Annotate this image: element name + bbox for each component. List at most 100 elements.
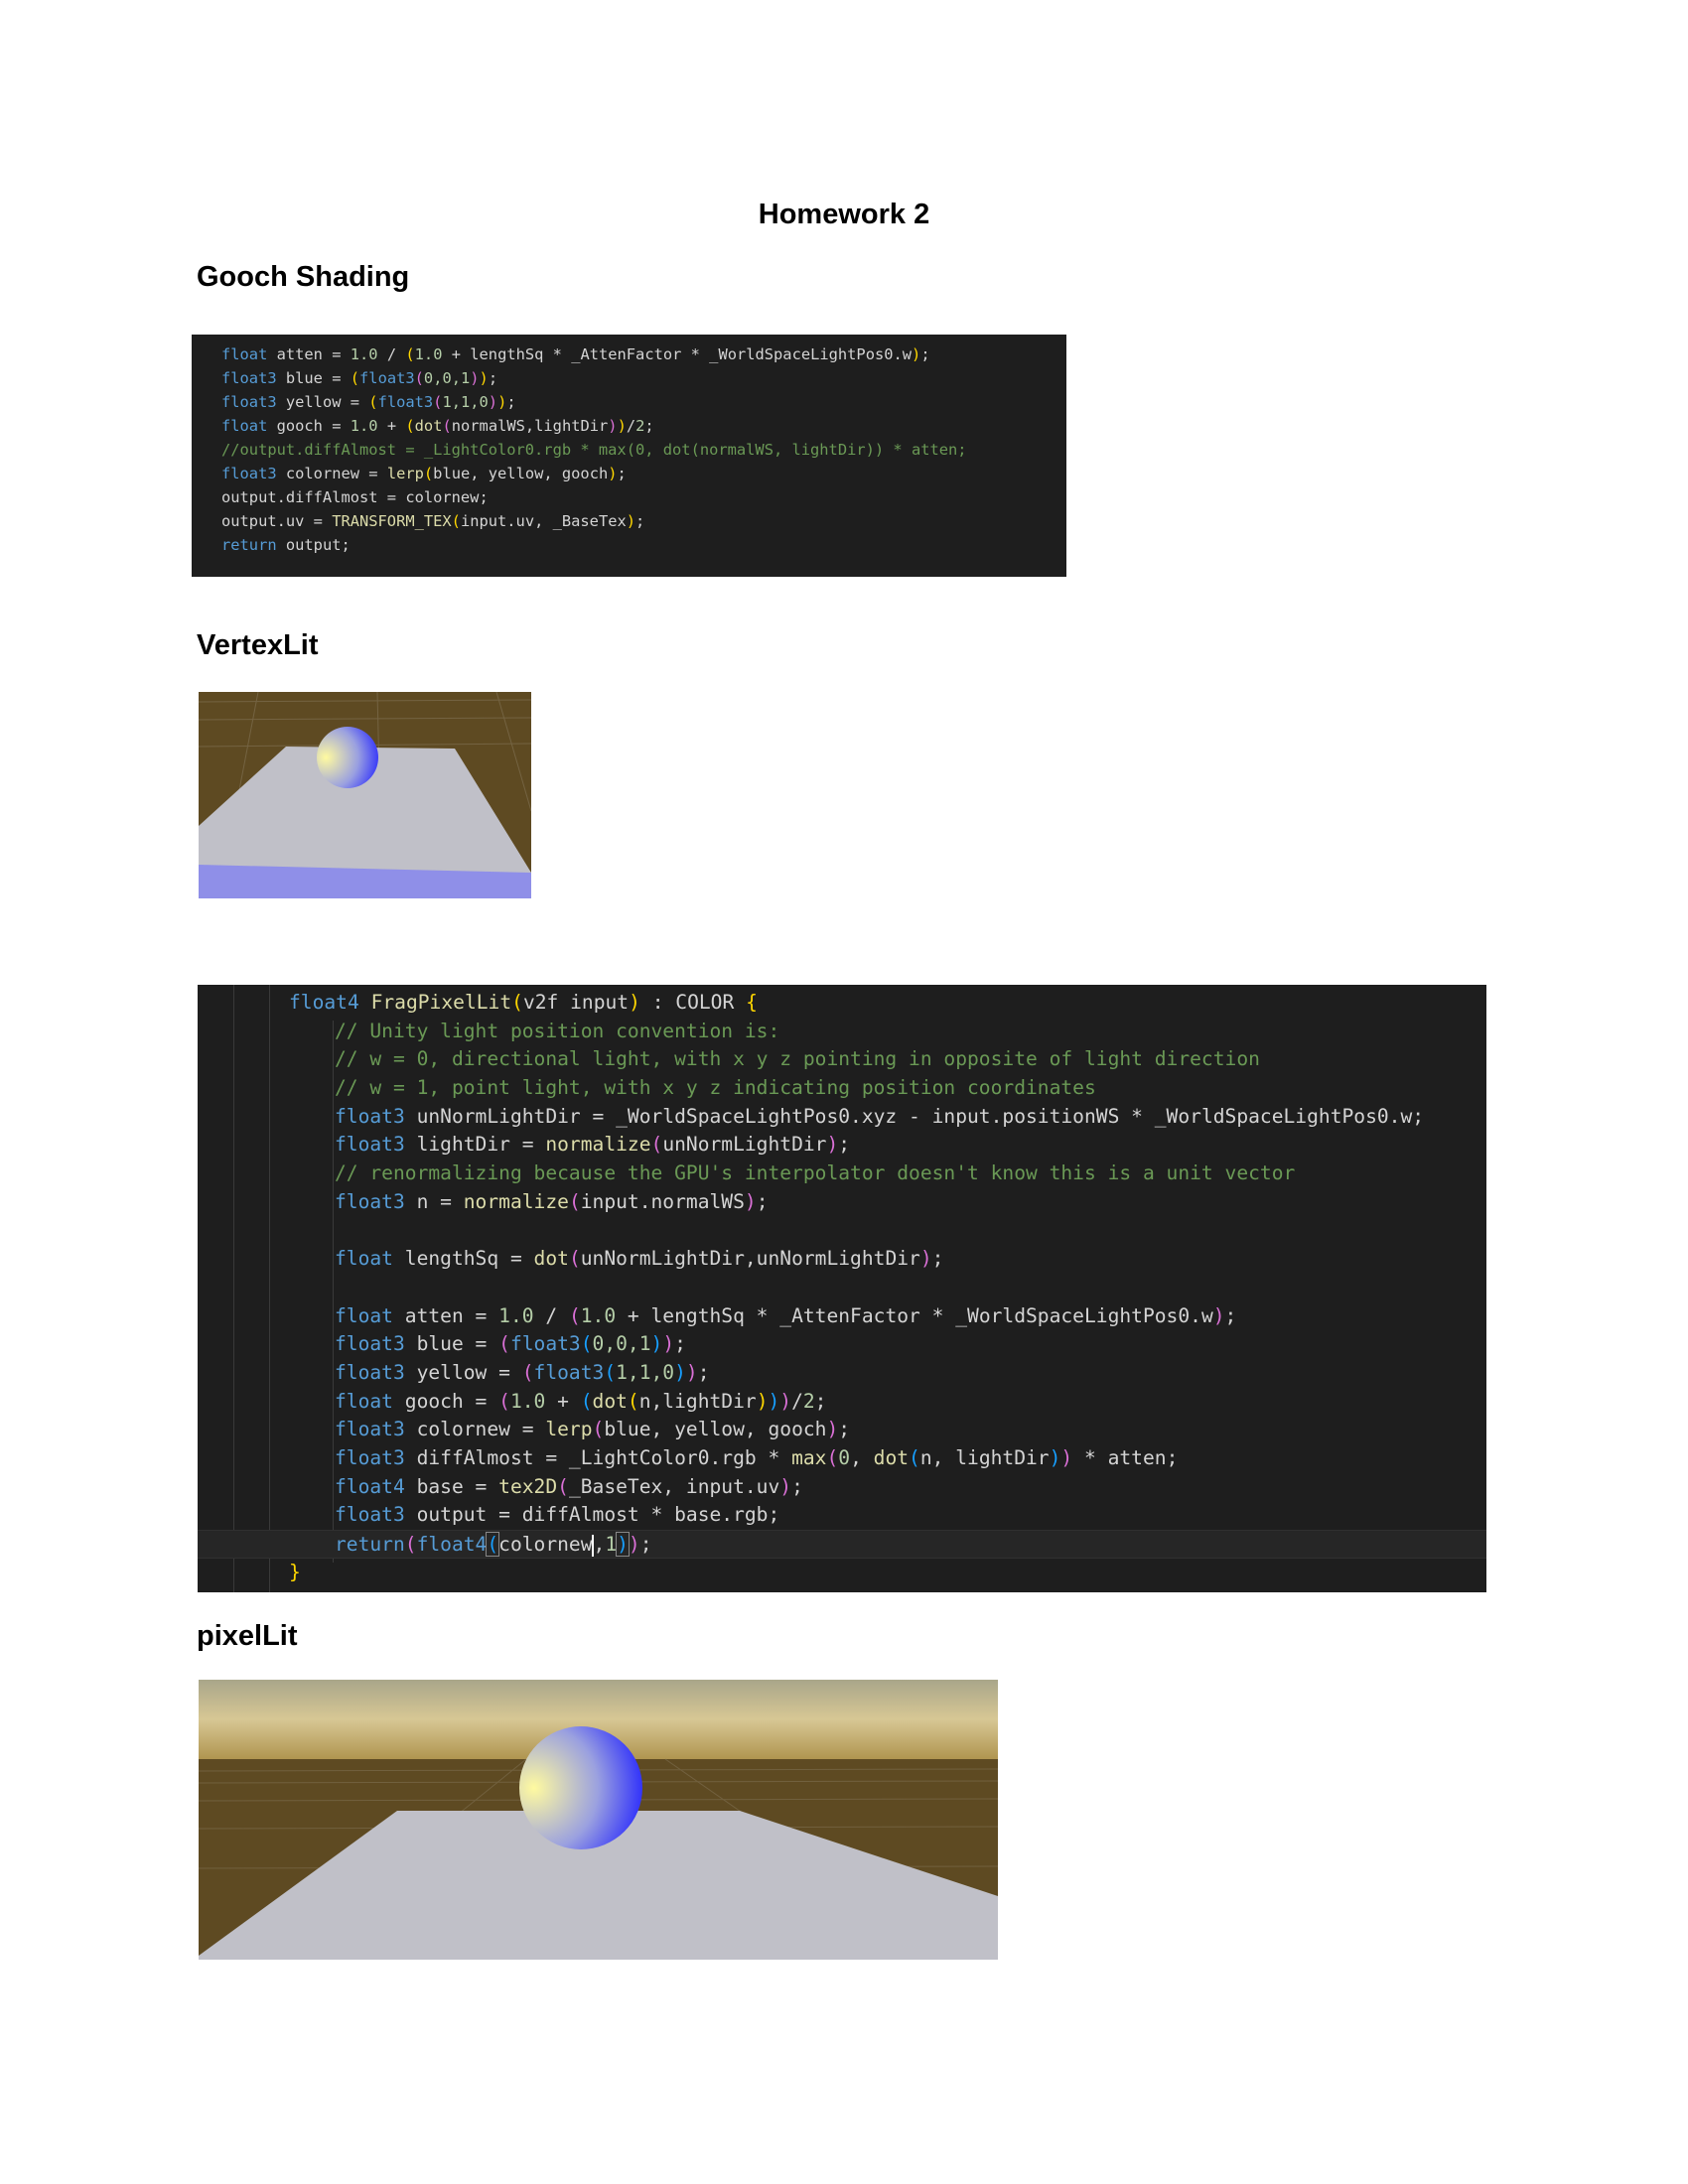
- code-token: output.uv =: [221, 512, 333, 530]
- code-token: yellow =: [276, 393, 369, 411]
- code-token: /: [791, 1389, 803, 1413]
- code-token: TRANSFORM_TEX: [332, 512, 452, 530]
- code-token: 1,1,0: [442, 393, 489, 411]
- code-token: }: [289, 1560, 301, 1583]
- code-token: ;: [814, 1389, 827, 1413]
- code-token: float: [335, 1389, 393, 1413]
- code-token: (: [592, 1418, 605, 1441]
- code-line: // renormalizing because the GPU's inter…: [198, 1160, 1486, 1188]
- code-token: ,: [593, 1533, 606, 1557]
- code-token: float3: [335, 1133, 405, 1157]
- code-token: 0: [838, 1446, 851, 1469]
- code-token: ): [779, 1474, 792, 1498]
- code-token: gooch =: [392, 1389, 499, 1413]
- code-token: ): [617, 417, 627, 435]
- code-token: ): [768, 1389, 780, 1413]
- code-token: 2: [802, 1389, 815, 1413]
- code-token: colornew =: [276, 465, 387, 482]
- code-token: ): [826, 1418, 839, 1441]
- code-token: /: [377, 345, 406, 363]
- code-token: 1.0: [414, 345, 443, 363]
- code-token: ;: [488, 369, 498, 387]
- frag-pixel-lit-code-screenshot: float4 FragPixelLit(v2f input) : COLOR {…: [198, 985, 1486, 1592]
- code-token: n, lightDir: [919, 1446, 1050, 1469]
- code-token: (: [909, 1446, 920, 1469]
- code-token: ): [608, 465, 618, 482]
- code-token: FragPixelLit: [370, 991, 512, 1014]
- code-line: }: [198, 1559, 1486, 1587]
- code-token: float3: [377, 393, 434, 411]
- code-line: float gooch = (1.0 + (dot(n,lightDir)))/…: [198, 1388, 1486, 1417]
- code-token: output.diffAlmost = colornew;: [221, 488, 489, 506]
- code-token: ): [919, 1247, 932, 1271]
- code-token: // renormalizing because the GPU's inter…: [335, 1161, 1296, 1185]
- code-token: yellow =: [404, 1360, 522, 1384]
- code-token: max: [791, 1446, 827, 1469]
- code-token: blue, yellow, gooch: [604, 1418, 827, 1441]
- code-token: float: [221, 345, 268, 363]
- code-line: float lengthSq = dot(unNormLightDir,unNo…: [198, 1245, 1486, 1274]
- code-line: float4 FragPixelLit(v2f input) : COLOR {: [198, 989, 1486, 1018]
- heading-vertexlit: VertexLit: [197, 629, 319, 661]
- code-token: /: [533, 1303, 569, 1327]
- code-token: 2: [635, 417, 645, 435]
- code-line: return output;: [221, 533, 1066, 557]
- code-token: unNormLightDir: [662, 1133, 827, 1157]
- code-token: lengthSq =: [392, 1247, 534, 1271]
- code-token: float4: [416, 1533, 488, 1557]
- code-token: colornew =: [404, 1418, 546, 1441]
- code-token: (: [580, 1332, 593, 1356]
- code-token: input.normalWS: [580, 1189, 745, 1213]
- code-token: float3: [359, 369, 415, 387]
- code-token: (: [557, 1474, 569, 1498]
- code-token: ): [674, 1360, 686, 1384]
- code-token: /: [626, 417, 636, 435]
- code-token: float3: [221, 393, 277, 411]
- code-token: gooch =: [267, 417, 351, 435]
- code-token: normalize: [545, 1133, 651, 1157]
- code-token: (: [511, 991, 523, 1014]
- code-token: (: [442, 417, 452, 435]
- code-token: return: [335, 1533, 405, 1557]
- code-token: ): [470, 369, 480, 387]
- code-token: (: [580, 1389, 593, 1413]
- code-token: float4: [289, 991, 359, 1014]
- code-line: float3 colornew = lerp(blue, yellow, goo…: [198, 1416, 1486, 1444]
- code-token: (: [826, 1446, 839, 1469]
- code-line: // Unity light position convention is:: [198, 1018, 1486, 1046]
- code-line: float3 output = diffAlmost * base.rgb;: [198, 1501, 1486, 1530]
- code-token: ;: [506, 393, 516, 411]
- code-token: ;: [931, 1247, 944, 1271]
- code-token: 1.0: [350, 345, 378, 363]
- code-token: 0,0,1: [592, 1332, 651, 1356]
- code-line: float gooch = 1.0 + (dot(normalWS,lightD…: [221, 414, 1066, 438]
- code-token: 1.0: [509, 1389, 546, 1413]
- heading-gooch-shading: Gooch Shading: [197, 261, 410, 293]
- code-token: {: [746, 991, 758, 1014]
- code-token: (: [650, 1133, 663, 1157]
- code-token: ): [1060, 1446, 1073, 1469]
- code-token: (: [404, 1533, 417, 1557]
- code-token: ): [826, 1133, 839, 1157]
- code-token: 1.0: [580, 1303, 617, 1327]
- code-token: ;: [644, 417, 654, 435]
- code-token: dot: [592, 1389, 628, 1413]
- code-token: (: [498, 1332, 510, 1356]
- code-token: dot: [533, 1247, 569, 1271]
- code-token: ;: [635, 512, 645, 530]
- code-token: output = diffAlmost * base.rgb;: [404, 1503, 780, 1527]
- code-token: // Unity light position convention is:: [335, 1019, 780, 1042]
- code-token: float: [221, 417, 268, 435]
- code-token: lerp: [386, 465, 424, 482]
- code-token: (: [405, 345, 415, 363]
- code-token: dot: [873, 1446, 910, 1469]
- code-token: ;: [617, 465, 627, 482]
- code-token: lightDir =: [404, 1133, 546, 1157]
- code-token: diffAlmost = _LightColor0.rgb *: [404, 1446, 792, 1469]
- code-token: float3: [335, 1418, 405, 1441]
- code-token: ): [744, 1189, 757, 1213]
- code-token: ): [628, 1533, 640, 1557]
- code-token: colornew: [498, 1533, 593, 1557]
